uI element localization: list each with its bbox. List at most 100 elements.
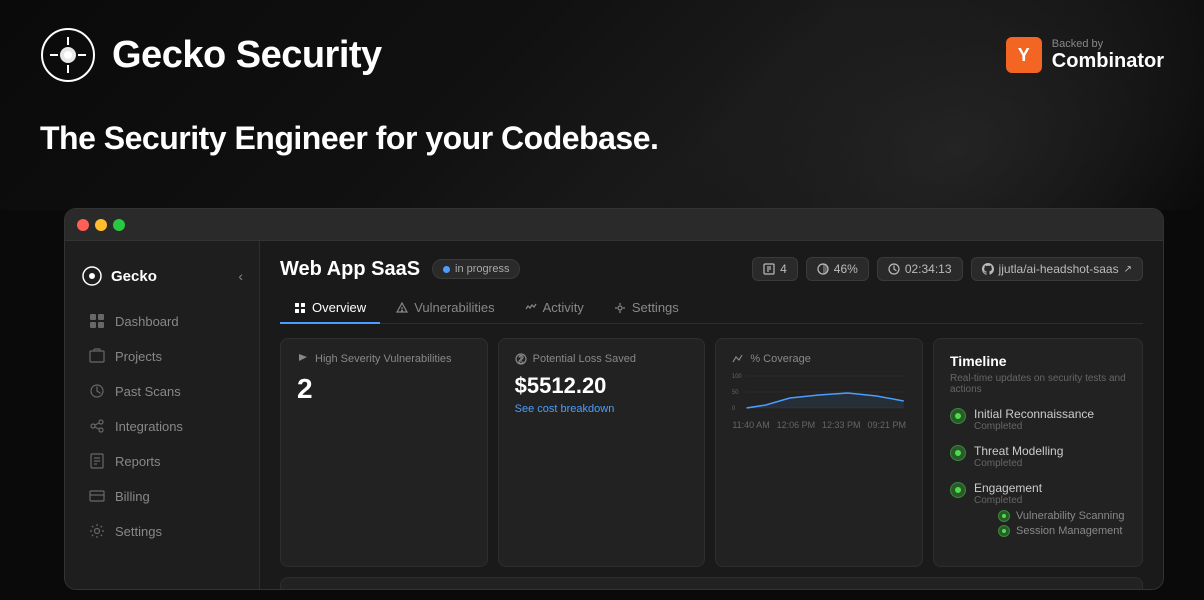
sidebar-item-integrations[interactable]: Integrations <box>73 409 251 443</box>
repo-badge[interactable]: jjutla/ai-headshot-saas ↗ <box>971 257 1143 281</box>
status-badge: in progress <box>432 259 520 279</box>
yc-badge: Y Backed by Combinator <box>1006 37 1164 73</box>
sidebar: Gecko ‹ Dashboard <box>65 241 260 589</box>
timeline-item-reconnaissance: Initial Reconnaissance Completed <box>950 407 1126 432</box>
sidebar-item-past-scans[interactable]: Past Scans <box>73 374 251 408</box>
timeline-check-threat <box>950 445 966 461</box>
app-window: Gecko ‹ Dashboard <box>64 208 1164 590</box>
window-chrome <box>65 209 1163 241</box>
coverage-icon <box>817 263 829 275</box>
svg-text:100: 100 <box>732 374 742 380</box>
timeline-item-status-1: Completed <box>974 458 1063 469</box>
yc-combinator-label: Combinator <box>1052 50 1164 72</box>
timeline-item-title-1: Threat Modelling <box>974 444 1063 458</box>
yc-backed-by: Backed by <box>1052 38 1164 50</box>
timeline-sub-check-inner-0 <box>1002 514 1006 518</box>
sidebar-gecko-icon <box>81 265 103 287</box>
timeline-panel: Timeline Real-time updates on security t… <box>933 338 1143 567</box>
tab-settings-label: Settings <box>632 300 679 315</box>
action-activity-section: Action Activity Real-time updates on sec… <box>280 577 1143 589</box>
window-body: Gecko ‹ Dashboard <box>65 241 1163 589</box>
tab-vulnerabilities[interactable]: Vulnerabilities <box>382 293 508 324</box>
yc-text: Backed by Combinator <box>1052 38 1164 73</box>
sidebar-header: Gecko ‹ <box>65 257 259 303</box>
timeline-check-inner-engagement <box>955 487 961 493</box>
sidebar-item-billing[interactable]: Billing <box>73 479 251 513</box>
status-label: in progress <box>455 263 509 275</box>
dot-minimize[interactable] <box>95 219 107 231</box>
chart-icon <box>732 353 744 365</box>
nav-label-dashboard: Dashboard <box>115 314 179 329</box>
timeline-item-engagement: Engagement Completed Vulnerability Scann… <box>950 481 1126 540</box>
timeline-subtitle: Real-time updates on security tests and … <box>950 373 1126 395</box>
time-icon <box>888 263 900 275</box>
sidebar-logo: Gecko <box>81 265 157 287</box>
dot-close[interactable] <box>77 219 89 231</box>
coverage-card: % Coverage 100 50 0 <box>715 338 923 567</box>
coverage-value: 46% <box>834 262 858 276</box>
projects-icon <box>89 348 105 364</box>
tabs-bar: Overview Vulnerabilities Activity <box>280 293 1143 324</box>
external-link-icon: ↗ <box>1124 264 1132 275</box>
sidebar-item-projects[interactable]: Projects <box>73 339 251 373</box>
chart-label-1: 12:06 PM <box>777 420 816 430</box>
tasks-badge: 4 <box>752 257 798 281</box>
cost-breakdown-link[interactable]: See cost breakdown <box>515 403 689 415</box>
settings-nav-icon <box>89 523 105 539</box>
project-title: Web App SaaS <box>280 258 420 281</box>
timeline-sub-label-0: Vulnerability Scanning <box>1016 510 1124 522</box>
nav-label-billing: Billing <box>115 489 150 504</box>
tab-overview[interactable]: Overview <box>280 293 380 324</box>
chart-label-3: 09:21 PM <box>867 420 906 430</box>
tab-activity-label: Activity <box>543 300 584 315</box>
timeline-item-title-2: Engagement <box>974 481 1126 495</box>
potential-loss-label: Potential Loss Saved <box>515 353 689 365</box>
project-header: Web App SaaS in progress 4 <box>280 257 1143 281</box>
nav-label-reports: Reports <box>115 454 161 469</box>
sidebar-collapse-button[interactable]: ‹ <box>238 268 243 284</box>
coverage-label: % Coverage <box>732 353 906 365</box>
nav-label-projects: Projects <box>115 349 162 364</box>
svg-text:0: 0 <box>732 406 736 412</box>
timeline-sub-label-1: Session Management <box>1016 525 1122 537</box>
sidebar-item-dashboard[interactable]: Dashboard <box>73 304 251 338</box>
svg-text:50: 50 <box>732 390 739 396</box>
tab-settings[interactable]: Settings <box>600 293 693 324</box>
potential-loss-value: $5512.20 <box>515 373 689 399</box>
dot-maximize[interactable] <box>113 219 125 231</box>
high-severity-value: 2 <box>297 373 471 405</box>
time-badge: 02:34:13 <box>877 257 963 281</box>
timeline-sub-items-engagement: Vulnerability Scanning Session Managemen… <box>998 510 1126 537</box>
billing-icon <box>89 488 105 504</box>
reports-icon <box>89 453 105 469</box>
timeline-item-status-2: Completed <box>974 495 1126 506</box>
status-pulse-dot <box>443 266 450 273</box>
high-severity-card: High Severity Vulnerabilities 2 <box>280 338 488 567</box>
timeline-sub-check-0 <box>998 510 1010 522</box>
coverage-badge: 46% <box>806 257 869 281</box>
project-title-area: Web App SaaS in progress <box>280 258 520 281</box>
overview-tab-icon <box>294 302 306 314</box>
nav-list: Dashboard Projects Past Scans <box>65 304 259 548</box>
chart-labels: 11:40 AM 12:06 PM 12:33 PM 09:21 PM <box>732 420 906 430</box>
main-content: Web App SaaS in progress 4 <box>260 241 1163 589</box>
dollar-icon <box>515 353 527 365</box>
time-value: 02:34:13 <box>905 262 952 276</box>
logo-text: Gecko Security <box>112 34 382 77</box>
vulnerabilities-tab-icon <box>396 302 408 314</box>
settings-tab-icon <box>614 302 626 314</box>
sidebar-item-reports[interactable]: Reports <box>73 444 251 478</box>
tab-activity[interactable]: Activity <box>511 293 598 324</box>
stats-row: High Severity Vulnerabilities 2 Potentia… <box>280 338 1143 567</box>
meta-badges: 4 46% 02:34:13 <box>752 257 1143 281</box>
timeline-check-inner-threat <box>955 450 961 456</box>
chart-label-0: 11:40 AM <box>732 420 769 430</box>
timeline-item-status-0: Completed <box>974 421 1094 432</box>
nav-label-past-scans: Past Scans <box>115 384 181 399</box>
activity-tab-icon <box>525 302 537 314</box>
sidebar-item-settings[interactable]: Settings <box>73 514 251 548</box>
high-severity-label: High Severity Vulnerabilities <box>297 353 471 365</box>
timeline-title: Timeline <box>950 353 1126 369</box>
gecko-logo-icon <box>40 27 96 83</box>
tasks-icon <box>763 263 775 275</box>
